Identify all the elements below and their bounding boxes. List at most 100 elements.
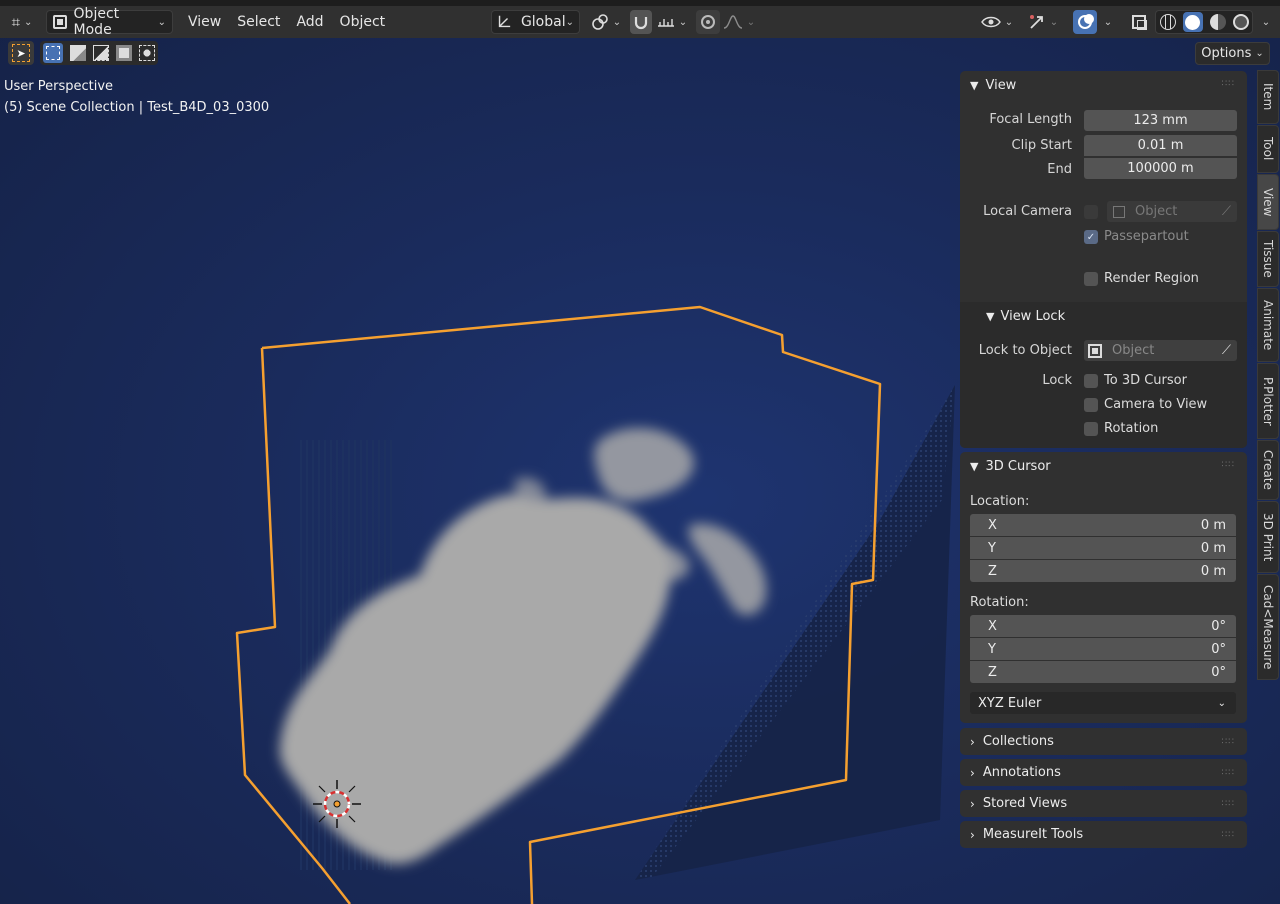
transform-orientation-dropdown[interactable]: Global ⌄ bbox=[491, 10, 580, 34]
rotation-x-field[interactable]: X 0° bbox=[970, 615, 1236, 637]
chevron-down-icon: ⌄ bbox=[1255, 48, 1264, 59]
xray-icon bbox=[1132, 15, 1147, 30]
shading-dropdown[interactable]: ⌄ bbox=[1256, 10, 1276, 34]
eyedropper-icon[interactable]: ⟋ bbox=[1222, 204, 1231, 219]
measureit-tools-panel[interactable]: › MeasureIt Tools ∷∷ bbox=[960, 821, 1247, 848]
clip-start-label: Clip Start bbox=[1011, 138, 1072, 153]
eyedropper-icon[interactable]: ⟋ bbox=[1222, 343, 1231, 358]
focal-length-field[interactable]: 123 mm bbox=[1084, 110, 1237, 131]
rotation-x-value: 0° bbox=[1211, 618, 1226, 634]
camera-to-view-checkbox[interactable] bbox=[1084, 398, 1098, 412]
lock-to-object-label: Lock to Object bbox=[978, 343, 1072, 358]
tab-p-plotter[interactable]: P.Plotter bbox=[1257, 363, 1279, 439]
overlays-dropdown[interactable]: ⌄ bbox=[1097, 10, 1119, 34]
local-camera-object-field[interactable]: Object ⟋ bbox=[1107, 201, 1237, 222]
rendered-shading-icon[interactable] bbox=[1232, 14, 1249, 30]
xray-toggle[interactable] bbox=[1127, 10, 1151, 34]
drag-grip-icon[interactable]: ∷∷ bbox=[1222, 460, 1235, 470]
editor-type-dropdown[interactable]: ⌗ ⌄ bbox=[4, 10, 40, 34]
intersect-selection-icon[interactable] bbox=[138, 45, 155, 61]
snap-target-dropdown[interactable]: ⌄ bbox=[654, 10, 690, 34]
select-tool-button[interactable]: ➤ bbox=[8, 41, 34, 65]
rotation-z-field[interactable]: Z 0° bbox=[970, 661, 1236, 683]
proportional-editing-toggle[interactable] bbox=[696, 10, 720, 34]
rotation-z-axis: Z bbox=[988, 664, 997, 680]
local-camera-checkbox[interactable] bbox=[1084, 205, 1098, 219]
tab-tissue[interactable]: Tissue bbox=[1257, 231, 1279, 287]
3d-cursor-gizmo[interactable] bbox=[313, 780, 361, 828]
3d-cursor-panel-title: 3D Cursor bbox=[985, 458, 1051, 474]
annotations-panel-title: Annotations bbox=[982, 765, 1061, 780]
tab-3d-print-label: 3D Print bbox=[1261, 512, 1275, 562]
view-lock-header[interactable]: ▼ View Lock bbox=[986, 302, 1065, 330]
3d-cursor-panel-header[interactable]: ▼ 3D Cursor bbox=[970, 452, 1051, 480]
drag-grip-icon[interactable]: ∷∷ bbox=[1222, 799, 1235, 809]
view-lock-title: View Lock bbox=[1000, 308, 1066, 324]
location-z-field[interactable]: Z 0 m bbox=[970, 560, 1236, 582]
tab-3d-print[interactable]: 3D Print bbox=[1257, 501, 1279, 573]
drag-grip-icon[interactable]: ∷∷ bbox=[1222, 830, 1235, 840]
camera-to-view-label: Camera to View bbox=[1104, 397, 1208, 412]
drag-grip-icon[interactable]: ∷∷ bbox=[1222, 768, 1235, 778]
location-x-axis: X bbox=[988, 517, 997, 533]
tab-view[interactable]: View bbox=[1257, 174, 1279, 230]
measureit-tools-panel-title: MeasureIt Tools bbox=[982, 827, 1084, 842]
rotation-mode-dropdown[interactable]: XYZ Euler ⌄ bbox=[970, 692, 1236, 714]
location-y-field[interactable]: Y 0 m bbox=[970, 537, 1236, 559]
snap-toggle[interactable] bbox=[630, 10, 652, 34]
menu-add[interactable]: Add bbox=[288, 10, 331, 34]
drag-grip-icon[interactable]: ∷∷ bbox=[1222, 737, 1235, 747]
location-x-field[interactable]: X 0 m bbox=[970, 514, 1236, 536]
falloff-dropdown[interactable]: ⌄ bbox=[722, 10, 756, 34]
subtract-selection-icon[interactable] bbox=[92, 45, 109, 61]
gizmo-dropdown[interactable]: ⌄ bbox=[1022, 10, 1064, 34]
tab-create[interactable]: Create bbox=[1257, 440, 1279, 500]
chevron-down-icon: ⌄ bbox=[1004, 16, 1014, 28]
tab-create-label: Create bbox=[1261, 450, 1275, 490]
local-camera-placeholder: Object bbox=[1135, 204, 1178, 219]
menu-select[interactable]: Select bbox=[229, 10, 288, 34]
lock-to-object-field[interactable]: Object ⟋ bbox=[1084, 340, 1237, 361]
clip-start-field[interactable]: 0.01 m bbox=[1084, 135, 1237, 156]
passepartout-checkbox[interactable]: ✓ bbox=[1084, 230, 1098, 244]
extend-selection-icon[interactable] bbox=[70, 45, 87, 61]
view-panel-header[interactable]: ▼ View bbox=[970, 71, 1016, 99]
stored-views-panel[interactable]: › Stored Views ∷∷ bbox=[960, 790, 1247, 817]
options-dropdown[interactable]: Options ⌄ bbox=[1195, 42, 1270, 65]
overlays-toggle[interactable] bbox=[1073, 10, 1097, 34]
invert-selection-icon[interactable] bbox=[115, 45, 132, 61]
rotation-y-field[interactable]: Y 0° bbox=[970, 638, 1236, 660]
chevron-down-icon: ⌄ bbox=[1217, 697, 1226, 709]
lock-rotation-label: Rotation bbox=[1104, 421, 1159, 436]
rotation-z-value: 0° bbox=[1211, 664, 1226, 680]
to-3d-cursor-checkbox[interactable] bbox=[1084, 374, 1098, 388]
focal-length-label: Focal Length bbox=[989, 112, 1072, 127]
rotation-label: Rotation: bbox=[970, 595, 1029, 610]
chevron-down-icon: ⌄ bbox=[24, 16, 33, 28]
collections-panel[interactable]: › Collections ∷∷ bbox=[960, 728, 1247, 755]
set-new-selection-icon[interactable] bbox=[43, 43, 64, 63]
pivot-point-dropdown[interactable]: ⌄ bbox=[588, 10, 624, 34]
lock-rotation-checkbox[interactable] bbox=[1084, 422, 1098, 436]
view-lock-subpanel: ▼ View Lock Lock to Object Object ⟋ Lock … bbox=[960, 302, 1247, 448]
clip-end-field[interactable]: 100000 m bbox=[1084, 158, 1237, 179]
tab-item[interactable]: Item bbox=[1257, 70, 1279, 124]
mode-dropdown[interactable]: Object Mode ⌄ bbox=[46, 6, 173, 38]
tab-animate[interactable]: Animate bbox=[1257, 288, 1279, 362]
solid-shading-icon[interactable] bbox=[1182, 12, 1203, 32]
drag-grip-icon[interactable]: ∷∷ bbox=[1222, 79, 1235, 89]
tab-tool[interactable]: Tool bbox=[1257, 125, 1279, 173]
render-region-checkbox[interactable] bbox=[1084, 272, 1098, 286]
orientation-axes-icon bbox=[498, 15, 511, 28]
menu-object[interactable]: Object bbox=[332, 10, 394, 34]
falloff-curve-icon bbox=[723, 15, 742, 29]
annotations-panel[interactable]: › Annotations ∷∷ bbox=[960, 759, 1247, 786]
location-z-axis: Z bbox=[988, 563, 997, 579]
visibility-dropdown[interactable]: ⌄ bbox=[977, 10, 1017, 34]
shading-mode-group bbox=[1155, 10, 1253, 34]
wireframe-shading-icon[interactable] bbox=[1159, 14, 1176, 30]
location-x-value: 0 m bbox=[1200, 517, 1226, 533]
material-shading-icon[interactable] bbox=[1209, 14, 1226, 30]
menu-view[interactable]: View bbox=[180, 10, 229, 34]
tab-cad-measure[interactable]: Cad<Measure bbox=[1257, 574, 1279, 680]
